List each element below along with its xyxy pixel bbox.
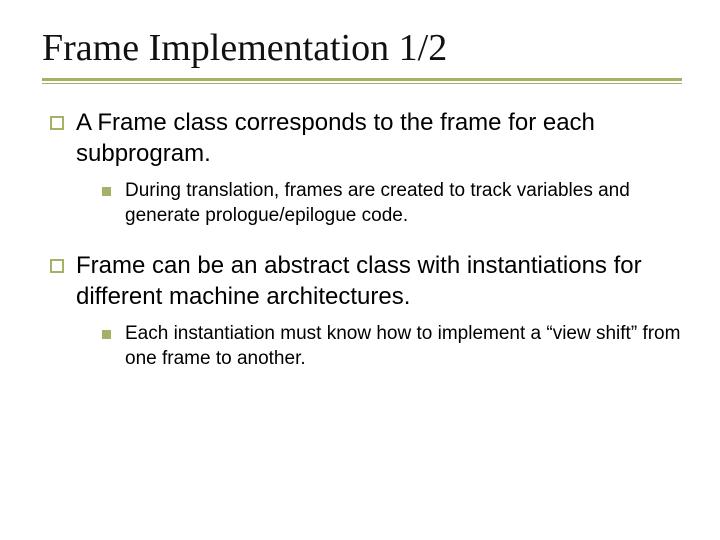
sub-bullet-text: Each instantiation must know how to impl…: [125, 322, 682, 371]
bullet-text: Frame can be an abstract class with inst…: [76, 251, 682, 312]
title-underline: [42, 78, 682, 84]
bullet-text: A Frame class corresponds to the frame f…: [76, 108, 682, 169]
slide-body: A Frame class corresponds to the frame f…: [42, 108, 682, 372]
list-item: A Frame class corresponds to the frame f…: [50, 108, 682, 169]
slide-title: Frame Implementation 1/2: [42, 26, 682, 70]
bullet-solid-icon: [102, 330, 111, 339]
bullet-outline-icon: [50, 116, 64, 130]
bullet-solid-icon: [102, 187, 111, 196]
list-item: Frame can be an abstract class with inst…: [50, 251, 682, 312]
list-item: Each instantiation must know how to impl…: [50, 322, 682, 371]
sub-bullet-text: During translation, frames are created t…: [125, 179, 682, 228]
list-item: During translation, frames are created t…: [50, 179, 682, 228]
bullet-outline-icon: [50, 259, 64, 273]
